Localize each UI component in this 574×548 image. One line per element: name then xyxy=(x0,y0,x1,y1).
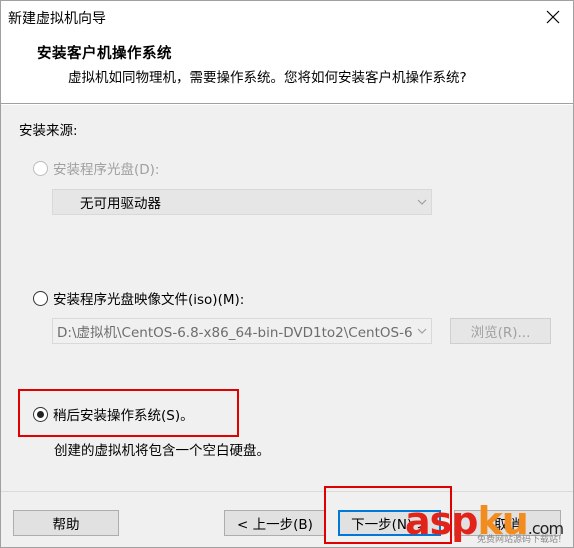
radio-label-iso-image: 安装程序光盘映像文件(iso)(M): xyxy=(53,292,245,308)
browse-button[interactable]: 浏览(R)... xyxy=(450,318,551,344)
close-icon xyxy=(546,10,560,24)
new-vm-wizard-window: 新建虚拟机向导 安装客户机操作系统 虚拟机如同物理机，需要操作系统。您将如何安装… xyxy=(0,0,574,548)
disc-drive-value: 无可用驱动器 xyxy=(80,196,161,212)
chevron-down-icon xyxy=(413,328,431,334)
wizard-header: 安装客户机操作系统 虚拟机如同物理机，需要操作系统。您将如何安装客户机操作系统? xyxy=(1,33,573,103)
install-source-label: 安装来源: xyxy=(19,123,78,139)
close-button[interactable] xyxy=(541,6,565,28)
watermark-tagline: 免费网站源码下载站! xyxy=(477,535,562,545)
iso-path-value: D:\虚拟机\CentOS-6.8-x86_64-bin-DVD1to2\Cen… xyxy=(57,325,413,341)
help-button[interactable]: 帮助 xyxy=(13,510,119,536)
iso-path-combo[interactable]: D:\虚拟机\CentOS-6.8-x86_64-bin-DVD1to2\Cen… xyxy=(52,318,432,344)
title-bar: 新建虚拟机向导 xyxy=(1,1,573,33)
chevron-down-icon xyxy=(413,199,431,205)
radio-iso-image[interactable]: 安装程序光盘映像文件(iso)(M): xyxy=(33,288,244,308)
window-title: 新建虚拟机向导 xyxy=(8,11,106,27)
highlight-install-later xyxy=(18,389,239,437)
page-subtitle: 虚拟机如同物理机，需要操作系统。您将如何安装客户机操作系统? xyxy=(68,70,467,86)
install-later-description: 创建的虚拟机将包含一个空白硬盘。 xyxy=(54,443,270,459)
page-title: 安装客户机操作系统 xyxy=(37,46,172,62)
back-button[interactable]: < 上一步(B) xyxy=(224,510,326,536)
radio-button[interactable] xyxy=(33,290,48,306)
watermark-logo: aspku.com 免费网站源码下载站! xyxy=(405,499,573,547)
radio-installer-disc[interactable]: 安装程序光盘(D): xyxy=(33,158,159,178)
radio-label-installer-disc: 安装程序光盘(D): xyxy=(53,162,160,178)
disc-drive-select[interactable]: 无可用驱动器 xyxy=(52,189,432,215)
radio-button[interactable] xyxy=(33,160,48,176)
